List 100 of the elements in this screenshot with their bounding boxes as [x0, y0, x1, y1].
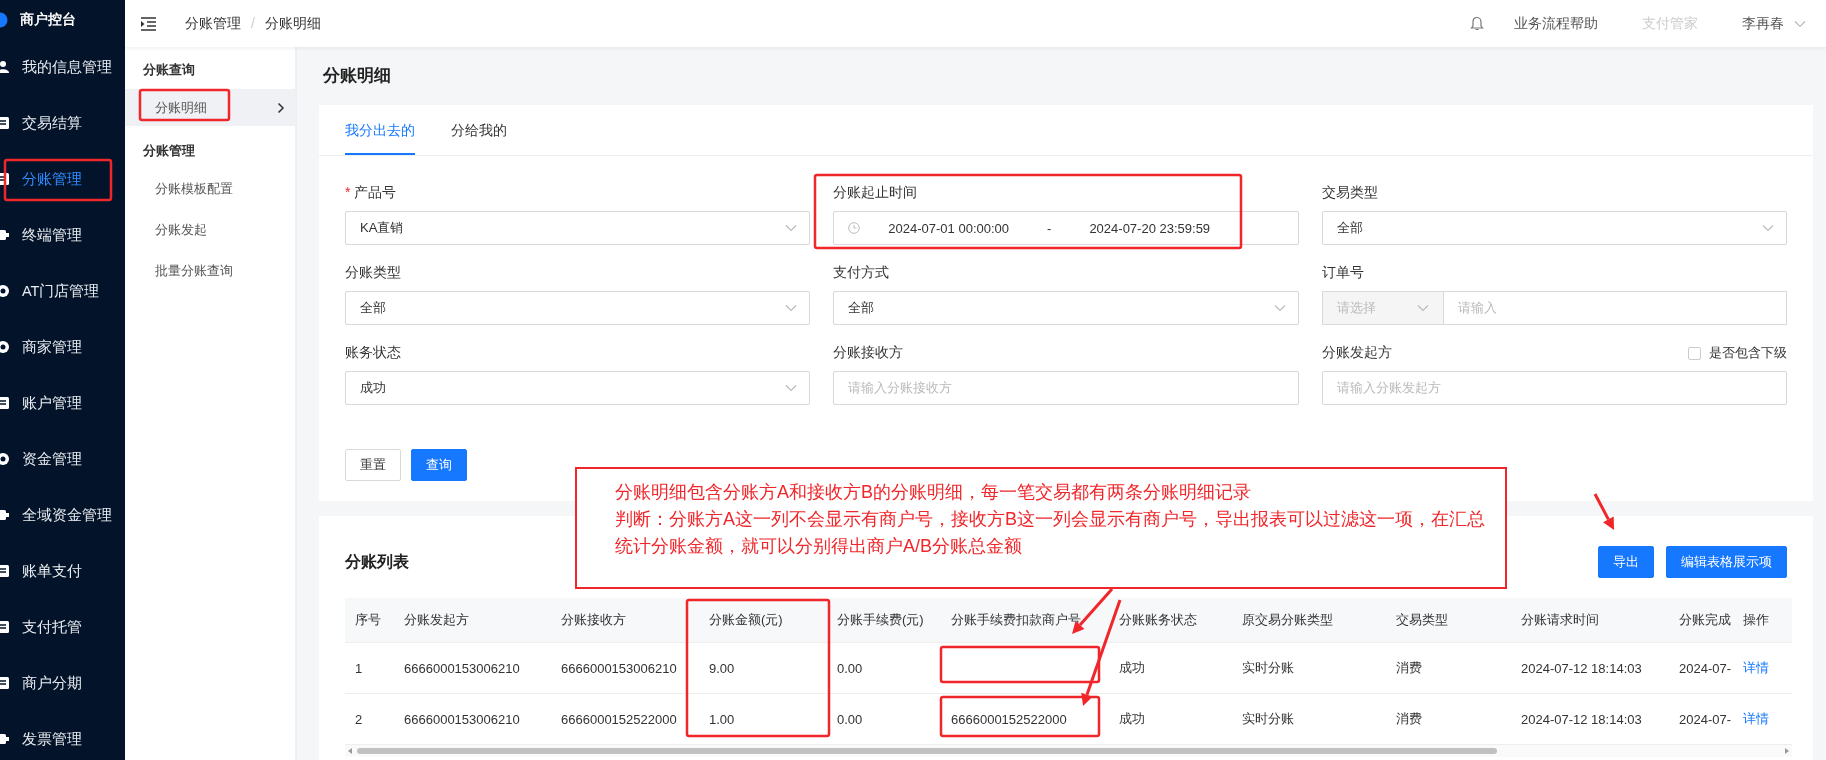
sidebar-item[interactable]: 全域资金管理 — [0, 487, 125, 543]
column-header: 原交易分账类型 — [1232, 598, 1386, 643]
field-label: 支付方式 — [833, 264, 890, 282]
sidebar-item[interactable]: 商户分期 — [0, 655, 125, 711]
date-range-field[interactable]: 2024-07-01 00:00:00 - 2024-07-20 23:59:59 — [833, 211, 1299, 245]
field-label: 产品号 — [354, 184, 397, 202]
bell-icon — [1470, 15, 1484, 32]
sidebar-item-label: 账户管理 — [22, 393, 82, 413]
submenu-item-label: 批量分账查询 — [155, 261, 233, 280]
column-header: 分账请求时间 — [1511, 598, 1669, 643]
arrow — [1593, 493, 1614, 530]
sidebar-item[interactable]: AT门店管理 — [0, 263, 125, 319]
table-cell: 消费 — [1386, 642, 1511, 694]
select-field[interactable]: 成功 — [345, 371, 811, 405]
device-icon — [0, 508, 10, 522]
detail-link[interactable]: 详情 — [1743, 660, 1769, 675]
column-header: 分账手续费(元) — [827, 598, 941, 643]
caret-icon — [785, 304, 798, 312]
sidebar-item-label: 商家管理 — [22, 337, 82, 357]
sidebar-item[interactable]: 交易结算 — [0, 95, 125, 151]
detail-link[interactable]: 详情 — [1743, 711, 1769, 726]
sidebar-item-label: 全域资金管理 — [22, 505, 112, 525]
sidebar-item-label: AT门店管理 — [22, 281, 100, 301]
person-icon — [0, 60, 10, 74]
sidebar-item-label: 商户分期 — [22, 673, 82, 693]
sidebar-item[interactable]: 发票管理 — [0, 711, 125, 760]
sidebar-item-label: 分账管理 — [22, 169, 82, 189]
caret-icon — [785, 384, 798, 392]
field-label: 交易类型 — [1321, 184, 1378, 202]
menu-icon — [140, 16, 157, 31]
sidebar-item-label: 发票管理 — [22, 729, 82, 749]
select-value: 全部 — [360, 299, 386, 317]
sidebar-item-label: 终端管理 — [22, 225, 82, 245]
select-value: KA直销 — [360, 219, 404, 237]
brand-title: 商户控台 — [20, 10, 76, 29]
checkbox-label: 是否包含下级 — [1709, 344, 1787, 362]
sidebar-item-label: 我的信息管理 — [22, 57, 112, 77]
sidebar-item[interactable]: 支付托管 — [0, 599, 125, 655]
submenu-item-label: 分账发起 — [155, 220, 207, 239]
column-header: 操作 — [1733, 598, 1792, 643]
table-title: 分账列表 — [345, 551, 409, 572]
table-button[interactable]: 编辑表格展示项 — [1666, 546, 1787, 578]
sidebar-item[interactable]: 分账管理 — [0, 151, 125, 207]
sidebar-item[interactable]: 账户管理 — [0, 375, 125, 431]
menu-group-title: 分账管理 — [142, 142, 196, 160]
submenu-item[interactable]: 分账模板配置 — [125, 170, 295, 207]
caret-icon — [1794, 19, 1806, 28]
range-separator: - — [1047, 220, 1052, 236]
select-value: 全部 — [848, 299, 875, 317]
sidebar-item[interactable]: 我的信息管理 — [0, 39, 125, 95]
table-cell: 6666000153006210 — [394, 693, 551, 745]
form-button[interactable]: 查询 — [411, 449, 467, 481]
field-label: 账务状态 — [345, 344, 401, 362]
checkbox[interactable] — [1688, 346, 1701, 360]
table-cell: 6666000152522000 — [551, 693, 699, 745]
field-label: 分账起止时间 — [833, 184, 918, 202]
sidebar-item-label: 支付托管 — [22, 617, 82, 637]
submenu-item[interactable]: 分账发起 — [125, 211, 295, 248]
table-cell: 2024-07-12 18:14:03 — [1511, 642, 1669, 694]
column-header: 序号 — [345, 598, 394, 643]
select-field[interactable]: KA直销 — [345, 211, 811, 245]
table-button[interactable]: 导出 — [1598, 546, 1654, 578]
table-cell: 实时分账 — [1232, 693, 1386, 745]
form-button[interactable]: 重置 — [345, 449, 401, 481]
caret-icon — [1273, 304, 1286, 312]
submenu-item[interactable]: 分账明细 — [125, 89, 295, 126]
start-date: 2024-07-01 00:00:00 — [888, 220, 1010, 236]
clock-icon — [848, 222, 861, 234]
breadcrumb-item[interactable]: 分账管理 — [185, 14, 241, 33]
submenu-item-label: 分账明细 — [155, 98, 207, 117]
column-header: 交易类型 — [1386, 598, 1511, 643]
field-label: 分账接收方 — [833, 344, 904, 362]
select-field[interactable]: 全部 — [345, 291, 811, 325]
table-cell: 成功 — [1109, 642, 1232, 694]
header-link[interactable]: 业务流程帮助 — [1514, 14, 1598, 33]
select-field[interactable]: 全部 — [1321, 211, 1787, 245]
sidebar-item[interactable]: 资金管理 — [0, 431, 125, 487]
field-label: 分账发起方 — [1321, 344, 1392, 362]
table-cell: 9.00 — [699, 642, 827, 694]
table-cell: 成功 — [1109, 693, 1232, 745]
table-cell: 1 — [345, 642, 394, 694]
tab[interactable]: 我分出去的 — [345, 105, 415, 155]
breadcrumb-item: 分账明细 — [264, 14, 321, 33]
chevron-icon — [277, 101, 285, 114]
sidebar-item[interactable]: 账单支付 — [0, 543, 125, 599]
annotation-text: 分账明细包含分账方A和接收方B的分账明细，每一笔交易都有两条分账明细记录 — [615, 481, 1252, 504]
device-icon — [0, 732, 10, 746]
select-field[interactable]: 全部 — [833, 291, 1299, 325]
field-label: 分账类型 — [345, 264, 401, 282]
table-cell: 2024-07-12 18:14:03 — [1511, 693, 1669, 745]
annotation-text: 判断：分账方A这一列不会显示有商户号，接收方B这一列会显示有商户号，导出报表可以过滤这一项，在汇总统计分账金额，就可以分别得出商户A/B分账总金额 — [615, 508, 1486, 558]
select-value: 全部 — [1336, 219, 1363, 237]
sidebar-item[interactable]: 商家管理 — [0, 319, 125, 375]
submenu-item-label: 分账模板配置 — [155, 179, 233, 198]
column-header: 分账发起方 — [394, 598, 551, 643]
submenu-item[interactable]: 批量分账查询 — [125, 252, 295, 289]
user-name[interactable]: 李再春 — [1742, 14, 1784, 33]
sidebar-item[interactable]: 终端管理 — [0, 207, 125, 263]
tab[interactable]: 分给我的 — [451, 105, 507, 155]
table-cell: 实时分账 — [1232, 642, 1386, 694]
